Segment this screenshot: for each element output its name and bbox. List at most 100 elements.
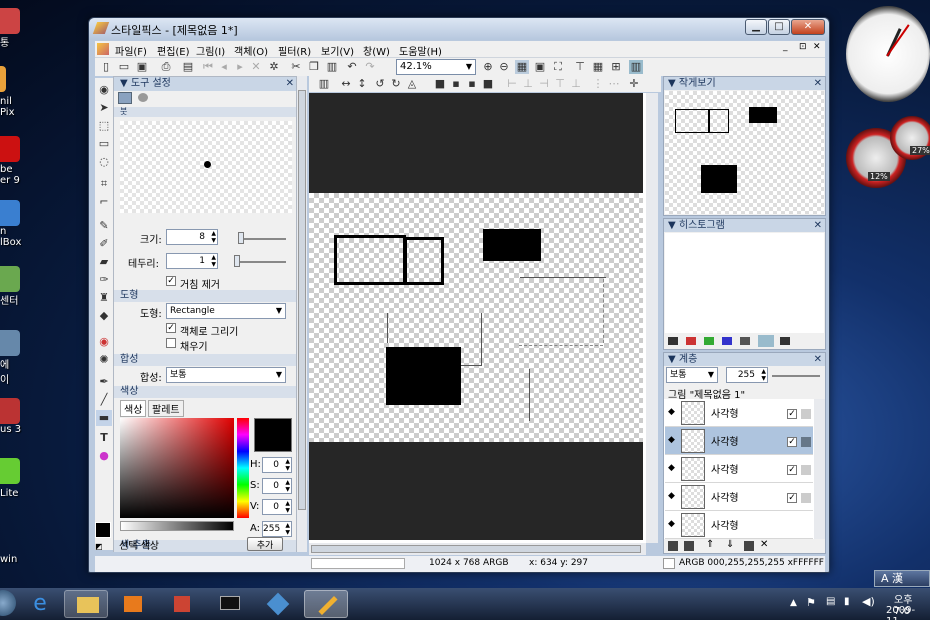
paste-icon[interactable]: ▥ bbox=[325, 60, 339, 74]
flip-v-icon[interactable]: ↕ bbox=[355, 77, 369, 91]
line-icon[interactable]: ╱ bbox=[96, 392, 112, 408]
fit-icon[interactable]: ▦ bbox=[515, 60, 529, 74]
color-tab[interactable]: 색상 bbox=[120, 400, 147, 417]
rect-shape-3[interactable] bbox=[483, 229, 541, 261]
zoom-out-icon[interactable]: ⊖ bbox=[497, 60, 511, 74]
align-middle-icon[interactable]: ⊥ bbox=[569, 77, 583, 91]
line-shape-5[interactable] bbox=[529, 369, 530, 421]
settings-icon[interactable]: ✲ bbox=[267, 60, 281, 74]
eye-icon[interactable]: ◉ bbox=[96, 82, 112, 98]
layer-lock-icon[interactable] bbox=[801, 465, 811, 475]
network-icon[interactable]: ▤ bbox=[826, 596, 835, 607]
histogram-close-icon[interactable]: ✕ bbox=[814, 219, 822, 232]
duplicate-layer-icon[interactable] bbox=[684, 541, 694, 551]
app-taskbar-icon[interactable] bbox=[160, 590, 204, 618]
mdi-minimize-button[interactable]: _ bbox=[783, 42, 788, 52]
first-icon[interactable]: ⏮ bbox=[201, 60, 215, 74]
foreground-swatch[interactable] bbox=[95, 522, 111, 538]
channel-alpha-icon[interactable] bbox=[740, 337, 750, 345]
desktop-icon-3[interactable] bbox=[0, 136, 20, 162]
pointer-icon[interactable]: ➤ bbox=[96, 100, 112, 116]
desktop-icon-1[interactable] bbox=[0, 8, 20, 34]
title-bar[interactable]: 스타일픽스 - [제목없음 1*] ▁ □ ✕ bbox=[89, 18, 829, 40]
navigator-close-icon[interactable]: ✕ bbox=[814, 77, 822, 90]
draw-object-checkbox[interactable]: ✓ bbox=[166, 323, 176, 333]
cut-icon[interactable]: ✂ bbox=[289, 60, 303, 74]
volume-icon[interactable]: ◀) bbox=[862, 595, 875, 608]
print-icon[interactable]: ⎙ bbox=[159, 60, 173, 74]
h-spinner[interactable]: ▲ ▼ bbox=[285, 458, 290, 472]
menu-image[interactable]: 그림(I) bbox=[196, 43, 225, 58]
bring-forward-icon[interactable]: ▪ bbox=[449, 77, 463, 91]
line-shape-3[interactable] bbox=[481, 313, 482, 365]
start-orb-icon[interactable] bbox=[0, 590, 16, 616]
layer-props-icon[interactable] bbox=[744, 541, 754, 551]
line-shape-7[interactable] bbox=[603, 279, 604, 343]
h-scroll-thumb[interactable] bbox=[311, 545, 641, 553]
menu-edit[interactable]: 편집(E) bbox=[157, 43, 190, 58]
channel-blue-icon[interactable] bbox=[722, 337, 732, 345]
brush-icon[interactable]: ✐ bbox=[96, 236, 112, 252]
distribute-icon[interactable]: ⋮ bbox=[591, 77, 605, 91]
size-input[interactable]: 8 ▲ ▼ bbox=[166, 229, 218, 245]
maximize-button[interactable]: □ bbox=[768, 19, 790, 35]
swap-colors-icon[interactable]: ◩ bbox=[95, 542, 103, 551]
dropper-icon[interactable]: ✒ bbox=[96, 374, 112, 390]
border-spinner[interactable]: ▲ ▼ bbox=[211, 254, 216, 268]
antialias-checkbox[interactable]: ✓ bbox=[166, 276, 176, 286]
fullscreen-icon[interactable]: ⛶ bbox=[551, 60, 565, 74]
grid-icon[interactable]: ▦ bbox=[591, 60, 605, 74]
line-shape-2[interactable] bbox=[387, 313, 388, 343]
clone-icon[interactable]: ✑ bbox=[96, 272, 112, 288]
size-slider-thumb[interactable] bbox=[238, 232, 244, 244]
canvas-scrollbar-horizontal[interactable] bbox=[309, 543, 646, 555]
layer-row-2[interactable]: ◆ 사각형 ✓ bbox=[665, 427, 813, 455]
a-input[interactable]: 255 ▲ ▼ bbox=[262, 521, 292, 537]
menu-view[interactable]: 보기(V) bbox=[321, 43, 354, 58]
line-shape-6[interactable] bbox=[519, 345, 603, 346]
channel-luma-icon[interactable] bbox=[758, 335, 774, 347]
desktop-icon-5[interactable] bbox=[0, 266, 20, 292]
s-spinner[interactable]: ▲ ▼ bbox=[285, 479, 290, 493]
channel-all-icon[interactable] bbox=[668, 337, 678, 345]
clock-date[interactable]: 2009-11- bbox=[886, 605, 930, 620]
cmd-taskbar-icon[interactable] bbox=[208, 590, 252, 618]
line-shape-4[interactable] bbox=[461, 365, 482, 366]
lasso-icon[interactable]: ◌ bbox=[96, 154, 112, 170]
canvas-viewport[interactable] bbox=[309, 93, 646, 555]
opacity-spinner[interactable]: ▲ ▼ bbox=[761, 368, 766, 382]
zoom-combo[interactable]: 42.1% ▼ bbox=[396, 59, 476, 75]
export-icon[interactable]: ▤ bbox=[181, 60, 195, 74]
scroll-thumb[interactable] bbox=[298, 90, 306, 510]
rectangle-tool-icon[interactable]: ▬ bbox=[96, 410, 112, 426]
border-input[interactable]: 1 ▲ ▼ bbox=[166, 253, 218, 269]
open-icon[interactable]: ▭ bbox=[117, 60, 131, 74]
layer-lock-icon[interactable] bbox=[801, 437, 811, 447]
rect-shape-1[interactable] bbox=[334, 235, 406, 285]
h-input[interactable]: 0 ▲ ▼ bbox=[262, 457, 292, 473]
move-up-icon[interactable]: ⇑ bbox=[706, 539, 714, 550]
brush-tab-icon[interactable] bbox=[118, 92, 132, 104]
distribute-v-icon[interactable]: ⋯ bbox=[607, 77, 621, 91]
line-shape-1[interactable] bbox=[520, 277, 606, 278]
hue-slider[interactable] bbox=[237, 418, 249, 518]
align-left-icon[interactable]: ⊢ bbox=[505, 77, 519, 91]
channel-green-icon[interactable] bbox=[704, 337, 714, 345]
alpha-slider[interactable] bbox=[120, 521, 234, 531]
rect-shape-4[interactable] bbox=[386, 347, 461, 405]
canvas-scrollbar-vertical[interactable] bbox=[646, 93, 658, 543]
memory-gauge[interactable]: 27% bbox=[890, 116, 930, 160]
navigator-preview[interactable] bbox=[665, 91, 824, 214]
layer-row-1[interactable]: ◆ 사각형 ✓ bbox=[665, 399, 813, 427]
save-icon[interactable]: ▣ bbox=[135, 60, 149, 74]
add-color-button[interactable]: 추가 bbox=[247, 537, 283, 551]
minimize-button[interactable]: ▁ bbox=[745, 19, 767, 35]
ie-taskbar-icon[interactable]: e bbox=[18, 590, 62, 618]
shape-select[interactable]: Rectangle ▼ bbox=[166, 303, 286, 319]
ruler-icon[interactable]: ⊤ bbox=[573, 60, 587, 74]
rotate-right-icon[interactable]: ↻ bbox=[389, 77, 403, 91]
layer-visible-checkbox-2[interactable]: ✓ bbox=[787, 437, 797, 447]
border-slider-track[interactable] bbox=[234, 261, 286, 263]
bucket-icon[interactable]: ◆ bbox=[96, 308, 112, 324]
menu-window[interactable]: 창(W) bbox=[363, 43, 390, 58]
